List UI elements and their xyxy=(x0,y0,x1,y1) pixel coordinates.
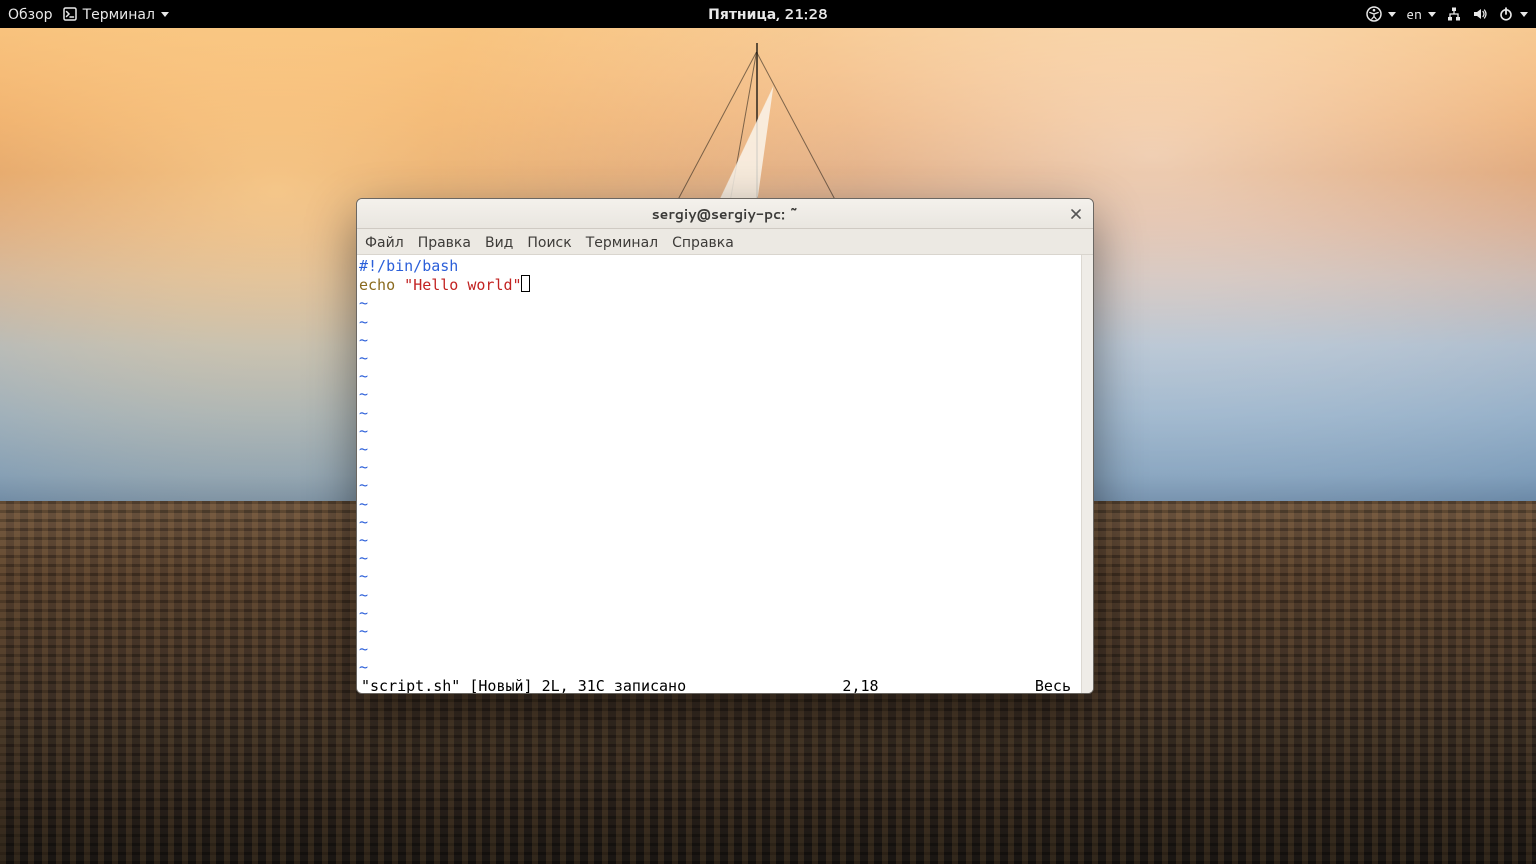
vim-tilde-line: ~ xyxy=(359,586,1081,604)
menu-edit[interactable]: Правка xyxy=(418,232,471,252)
chevron-down-icon xyxy=(1520,12,1528,17)
chevron-down-icon xyxy=(161,12,169,17)
appmenu-button[interactable]: Терминал xyxy=(63,4,169,24)
vim-tilde-line: ~ xyxy=(359,622,1081,640)
string-literal: Hello world xyxy=(413,276,512,294)
menu-help[interactable]: Справка xyxy=(672,232,734,252)
vim-tilde-line: ~ xyxy=(359,531,1081,549)
appmenu-label: Терминал xyxy=(83,4,155,24)
vim-tilde-line: ~ xyxy=(359,458,1081,476)
echo-cmd: echo xyxy=(359,276,404,294)
clock-label: Пятница, 21:28 xyxy=(708,4,828,24)
network-wired-icon xyxy=(1446,6,1462,22)
accessibility-icon xyxy=(1366,6,1382,22)
vim-status-file: "script.sh" [Новый] 2L, 31C записано xyxy=(361,677,686,694)
terminal-app-icon xyxy=(63,7,77,21)
menu-terminal[interactable]: Терминал xyxy=(586,232,658,252)
vim-tilde-line: ~ xyxy=(359,422,1081,440)
input-source-menu[interactable]: en xyxy=(1406,4,1436,24)
vim-status-pos: 2,18 xyxy=(842,677,878,694)
vim-tilde-line: ~ xyxy=(359,567,1081,585)
vim-tilde-line: ~ xyxy=(359,513,1081,531)
vim-tilde-line: ~ xyxy=(359,331,1081,349)
window-title: sergiy@sergiy-pc: ~ xyxy=(652,204,799,224)
window-close-button[interactable] xyxy=(1067,205,1085,223)
terminal-scrollbar[interactable] xyxy=(1081,255,1093,693)
vim-tilde-line: ~ xyxy=(359,549,1081,567)
volume-icon xyxy=(1472,6,1488,22)
vim-statusline: "script.sh" [Новый] 2L, 31C записано 2,1… xyxy=(359,677,1081,694)
chevron-down-icon xyxy=(1388,12,1396,17)
system-menu[interactable] xyxy=(1498,6,1528,22)
vim-tilde-line: ~ xyxy=(359,349,1081,367)
vim-status-scroll: Весь xyxy=(1035,677,1075,694)
vim-tilde-line: ~ xyxy=(359,476,1081,494)
input-source-label: en xyxy=(1406,4,1422,24)
activities-label: Обзор xyxy=(8,4,53,24)
menu-search[interactable]: Поиск xyxy=(527,232,571,252)
power-icon xyxy=(1498,6,1514,22)
vim-tilde-line: ~ xyxy=(359,385,1081,403)
string-quote-open: " xyxy=(404,276,413,294)
vim-buffer[interactable]: #!/bin/bash echo "Hello world" ~ ~ ~ ~ ~… xyxy=(357,255,1081,693)
vim-tilde-line: ~ xyxy=(359,640,1081,658)
terminal-menubar: Файл Правка Вид Поиск Терминал Справка xyxy=(357,229,1093,255)
vim-tilde-line: ~ xyxy=(359,440,1081,458)
vim-tilde-line: ~ xyxy=(359,604,1081,622)
vim-line-2: echo "Hello world" xyxy=(359,275,1081,294)
shebang-text: #!/bin/bash xyxy=(359,257,458,275)
terminal-viewport[interactable]: #!/bin/bash echo "Hello world" ~ ~ ~ ~ ~… xyxy=(357,255,1093,693)
vim-tilde-line: ~ xyxy=(359,658,1081,676)
vim-tilde-line: ~ xyxy=(359,495,1081,513)
menu-view[interactable]: Вид xyxy=(485,232,513,252)
vim-line-1: #!/bin/bash xyxy=(359,257,1081,275)
close-icon xyxy=(1071,204,1081,224)
accessibility-menu[interactable] xyxy=(1366,6,1396,22)
vim-tilde-line: ~ xyxy=(359,313,1081,331)
vim-tilde-line: ~ xyxy=(359,294,1081,312)
vim-tilde-line: ~ xyxy=(359,367,1081,385)
network-menu[interactable] xyxy=(1446,6,1462,22)
chevron-down-icon xyxy=(1428,12,1436,17)
volume-menu[interactable] xyxy=(1472,6,1488,22)
activities-button[interactable]: Обзор xyxy=(8,4,53,24)
vim-cursor xyxy=(521,275,530,292)
window-titlebar[interactable]: sergiy@sergiy-pc: ~ xyxy=(357,199,1093,229)
gnome-topbar: Обзор Терминал Пятница, 21:28 en xyxy=(0,0,1536,28)
terminal-window[interactable]: sergiy@sergiy-pc: ~ Файл Правка Вид Поис… xyxy=(356,198,1094,694)
vim-tilde-line: ~ xyxy=(359,404,1081,422)
menu-file[interactable]: Файл xyxy=(365,232,404,252)
